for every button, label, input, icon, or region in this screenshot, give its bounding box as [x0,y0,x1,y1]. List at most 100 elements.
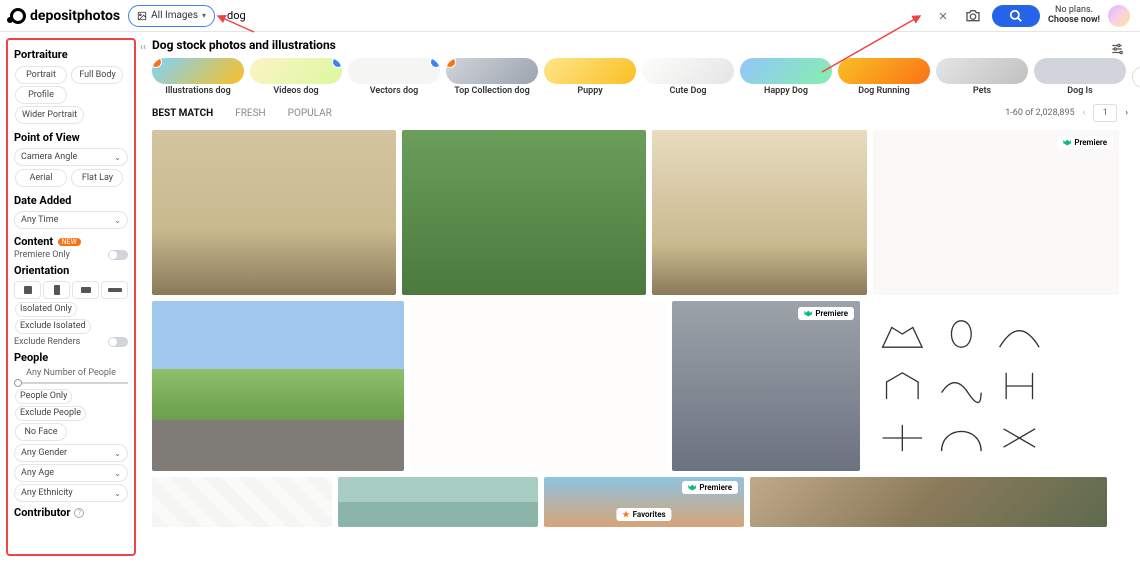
search-input[interactable] [223,5,924,27]
gender-value: Any Gender [21,448,67,458]
orient-portrait[interactable] [43,281,70,299]
result-tile[interactable]: Premiere [873,130,1119,295]
filter-aerial[interactable]: Aerial [15,169,67,187]
category-label: Illustrations dog [152,86,244,96]
result-tile[interactable] [866,301,1056,471]
filter-profile[interactable]: Profile [15,86,67,104]
sort-tabs: BEST MATCH FRESH POPULAR [152,108,332,119]
tab-popular[interactable]: POPULAR [288,108,332,119]
ethnicity-select[interactable]: Any Ethnicity⌄ [14,484,128,502]
camera-icon [965,8,981,24]
camera-angle-value: Camera Angle [21,152,77,162]
category-pill[interactable]: Videos dog [250,58,342,96]
orient-landscape[interactable] [72,281,99,299]
category-thumb [740,58,832,84]
filter-people-only[interactable]: People Only [15,389,72,404]
gender-select[interactable]: Any Gender ⌄ [14,444,128,462]
result-tile[interactable] [410,301,666,471]
search-button[interactable] [992,5,1040,27]
category-label: Videos dog [250,86,342,96]
orient-square[interactable] [14,281,41,299]
category-thumb [446,58,538,84]
category-thumb [838,58,930,84]
tab-fresh[interactable]: FRESH [235,108,265,119]
page-input[interactable]: 1 [1093,104,1117,122]
date-select[interactable]: Any Time ⌄ [14,211,128,229]
category-pill[interactable]: Top Collection dog [446,58,538,96]
result-tile[interactable] [652,130,867,295]
chevron-down-icon: ⌄ [114,469,121,478]
exclude-renders-label: Exclude Renders [14,337,80,347]
chevron-down-icon: ⌄ [114,449,121,458]
results-count: 1-60 of 2,028,895 [1005,108,1074,118]
clear-search-button[interactable] [932,5,954,27]
category-label: Puppy [544,86,636,96]
category-dropdown[interactable]: All Images ▾ [128,5,215,27]
category-pill[interactable]: Vectors dog [348,58,440,96]
age-select[interactable]: Any Age ⌄ [14,464,128,482]
result-tile[interactable] [152,477,332,527]
image-icon [137,11,147,21]
result-tile[interactable]: Premiere [672,301,860,471]
category-thumb [1034,58,1126,84]
category-scroll[interactable]: Illustrations dog Videos dog Vectors dog To… [152,58,1130,96]
category-scroll-next[interactable]: › [1132,66,1140,88]
filter-exclude-people[interactable]: Exclude People [15,406,86,421]
result-tile[interactable] [750,477,1107,527]
filter-isolated-only[interactable]: Isolated Only [15,302,77,317]
category-pill[interactable]: Pets [936,58,1028,96]
orient-panorama[interactable] [101,281,128,299]
category-pill[interactable]: Puppy [544,58,636,96]
result-tile[interactable] [152,301,404,471]
pov-title: Point of View [14,131,128,144]
exclude-renders-toggle[interactable] [108,337,128,347]
result-tile[interactable] [338,477,538,527]
filter-no-face[interactable]: No Face [15,423,67,441]
category-label: Dog Running [838,86,930,96]
category-pill[interactable]: Dog Running [838,58,930,96]
plans-line2: Choose now! [1048,16,1100,26]
category-pill[interactable]: Dog Is [1034,58,1126,96]
category-pill[interactable]: Cute Dog [642,58,734,96]
tab-best-match[interactable]: BEST MATCH [152,108,213,119]
search-wrapper [223,4,924,27]
category-thumb [936,58,1028,84]
filter-full-body[interactable]: Full Body [71,66,123,84]
logo-mark-icon [10,8,26,24]
help-icon[interactable]: ? [74,508,84,518]
results-title: Dog stock photos and illustrations [152,38,1130,52]
result-tile[interactable]: Premiere Favorites [544,477,744,527]
top-header: depositphotos All Images ▾ No plans. Cho… [0,0,1140,32]
camera-angle-select[interactable]: Camera Angle ⌄ [14,148,128,166]
premiere-toggle[interactable] [108,250,128,260]
category-pill[interactable]: Happy Dog [740,58,832,96]
age-value: Any Age [21,468,54,478]
category-pill[interactable]: Illustrations dog [152,58,244,96]
content-title: Content [14,235,53,248]
result-tile[interactable] [402,130,646,295]
favorites-badge: Favorites [616,508,671,521]
portraiture-title: Portraiture [14,48,128,61]
plans-link[interactable]: No plans. Choose now! [1048,6,1100,26]
display-settings-button[interactable] [1106,38,1128,60]
category-label: All Images [151,10,198,21]
filter-portrait[interactable]: Portrait [15,66,67,84]
user-avatar[interactable] [1108,5,1130,27]
brand-logo[interactable]: depositphotos [10,8,120,24]
chevron-down-icon: ⌄ [114,153,121,162]
people-slider[interactable] [14,382,128,384]
prev-page[interactable]: ‹ [1081,108,1088,118]
result-tile[interactable] [152,130,396,295]
pagination: 1-60 of 2,028,895 ‹ 1 › [1005,104,1130,122]
people-slider-label: Any Number of People [14,368,128,378]
category-label: Vectors dog [348,86,440,96]
brand-name: depositphotos [30,8,120,24]
filter-flat-lay[interactable]: Flat Lay [71,169,123,187]
visual-search-button[interactable] [962,5,984,27]
category-thumb [348,58,440,84]
filter-wider-portrait[interactable]: Wider Portrait [15,106,84,124]
search-icon [1009,9,1023,23]
category-thumb [642,58,734,84]
next-page[interactable]: › [1123,108,1130,118]
filter-exclude-isolated[interactable]: Exclude Isolated [15,319,91,334]
